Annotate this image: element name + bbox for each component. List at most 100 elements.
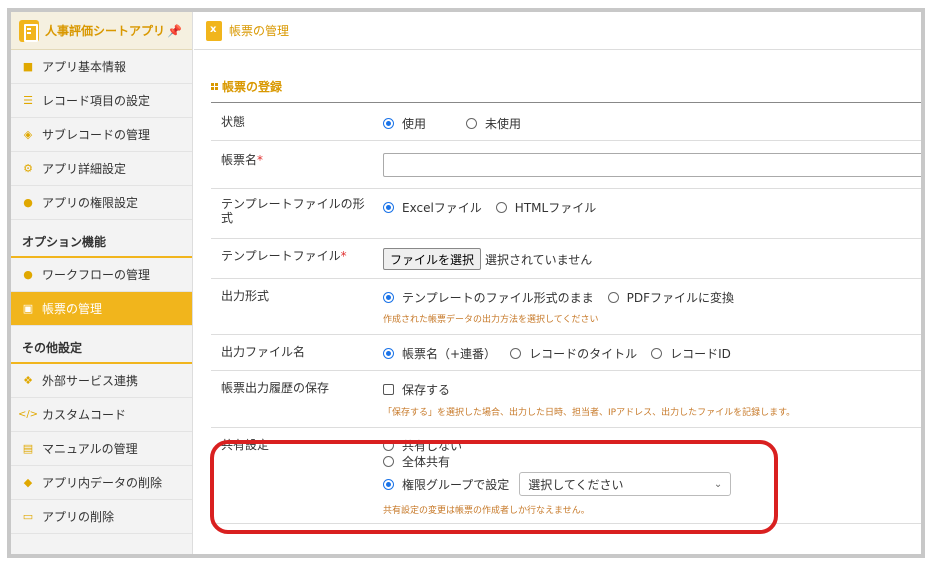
option-label: テンプレートのファイル形式のまま: [402, 291, 594, 305]
form-row-template-file: テンプレートファイル* ファイルを選択 選択されていません: [211, 239, 921, 279]
template-format-radio-group: Excelファイル HTMLファイル: [383, 199, 610, 216]
option-label: 使用: [402, 117, 427, 131]
sidebar-item-delete-app[interactable]: ▭ アプリの削除: [11, 500, 192, 534]
radio-unselected[interactable]: [495, 202, 507, 213]
output-format-note: 作成された帳票データの出力方法を選択してください: [383, 315, 599, 325]
pin-icon[interactable]: 📌: [167, 24, 182, 38]
layers-icon: ◈: [23, 128, 33, 141]
sidebar-item-permissions[interactable]: ● アプリの権限設定: [11, 186, 192, 220]
status-radio-group: 使用 未使用: [383, 115, 535, 132]
output-format-option-keep[interactable]: テンプレートのファイル形式のまま: [383, 289, 594, 306]
radio-unselected[interactable]: [466, 118, 478, 129]
code-icon: </>: [17, 409, 39, 420]
option-label: 権限グループで設定: [402, 477, 510, 492]
file-status: 選択されていません: [485, 252, 593, 267]
sidebar-item-delete-data[interactable]: ◆ アプリ内データの削除: [11, 466, 192, 500]
sidebar-section-other: その他設定: [11, 326, 192, 364]
users-icon: ●: [23, 196, 33, 209]
eraser-icon: ◆: [23, 476, 33, 489]
trash-icon: ▭: [22, 510, 34, 523]
sidebar: 人事評価シートアプリ 📌 ■ アプリ基本情報 ☰ レコード項目の設定 ◈ サブレ…: [11, 12, 193, 554]
radio-selected[interactable]: [383, 118, 394, 129]
field-label: 帳票出力履歴の保存: [221, 381, 330, 395]
sidebar-item-custom-code[interactable]: </> カスタムコード: [11, 398, 192, 432]
save-history-checkbox[interactable]: [383, 384, 394, 395]
status-option-unused[interactable]: 未使用: [466, 115, 521, 132]
template-format-option-html[interactable]: HTMLファイル: [495, 199, 597, 216]
sidebar-item-label: アプリ内データの削除: [42, 476, 163, 490]
radio-selected[interactable]: [383, 202, 394, 213]
radio-unselected[interactable]: [383, 456, 394, 467]
sharing-radio-group: 共有しない 全体共有 権限グループで設定 選択してください ⌄: [383, 438, 732, 496]
output-format-option-pdf[interactable]: PDFファイルに変換: [607, 289, 734, 306]
sidebar-item-label: ワークフローの管理: [42, 268, 151, 282]
page-title: 帳票の管理: [229, 24, 290, 38]
option-label: レコードID: [670, 347, 731, 361]
option-label: Excelファイル: [402, 201, 482, 215]
sidebar-item-external-services[interactable]: ❖ 外部サービス連携: [11, 364, 192, 398]
output-filename-option-id[interactable]: レコードID: [651, 345, 731, 362]
sharing-option-group-row: 権限グループで設定 選択してください ⌄: [383, 472, 732, 496]
sidebar-item-workflow[interactable]: ● ワークフローの管理: [11, 258, 192, 292]
sharing-note: 共有設定の変更は帳票の作成者しか行なえません。: [383, 506, 590, 516]
option-label: 共有しない: [402, 439, 463, 453]
template-file-wrap: ファイルを選択 選択されていません: [383, 248, 592, 270]
field-label: テンプレートファイル*: [221, 249, 347, 263]
template-format-option-excel[interactable]: Excelファイル: [383, 199, 482, 216]
sidebar-item-label: レコード項目の設定: [42, 94, 151, 108]
sharing-option-none[interactable]: 共有しない: [383, 438, 462, 453]
sidebar-item-label: 帳票の管理: [42, 302, 103, 316]
radio-selected[interactable]: [383, 348, 394, 359]
option-label: HTMLファイル: [514, 201, 597, 215]
choose-file-button[interactable]: ファイルを選択: [383, 248, 482, 270]
form-row-sharing: 共有設定 共有しない 全体共有 権限グループで設定 選択してください ⌄ 共有設…: [211, 428, 921, 524]
sidebar-item-manuals[interactable]: ▤ マニュアルの管理: [11, 432, 192, 466]
app-window: 人事評価シートアプリ 📌 ■ アプリ基本情報 ☰ レコード項目の設定 ◈ サブレ…: [7, 8, 925, 558]
app-header[interactable]: 人事評価シートアプリ 📌: [11, 12, 192, 50]
puzzle-icon: ❖: [23, 374, 33, 387]
output-filename-radio-group: 帳票名（+連番） レコードのタイトル レコードID: [383, 345, 745, 362]
history-save-option[interactable]: 保存する: [383, 381, 450, 398]
option-label: 全体共有: [402, 455, 451, 469]
output-filename-option-title[interactable]: レコードのタイトル: [510, 345, 637, 362]
section-title: 帳票の登録: [211, 78, 282, 95]
book-icon: ▤: [22, 442, 34, 455]
radio-selected[interactable]: [383, 478, 394, 490]
output-format-radio-group: テンプレートのファイル形式のまま PDFファイルに変換: [383, 289, 748, 306]
output-filename-option-name[interactable]: 帳票名（+連番）: [383, 345, 496, 362]
app-clipboard-icon: [19, 19, 39, 42]
sidebar-item-record-fields[interactable]: ☰ レコード項目の設定: [11, 84, 192, 118]
document-icon: ▣: [22, 302, 34, 315]
sidebar-item-label: カスタムコード: [42, 408, 127, 422]
form-row-output-filename: 出力ファイル名 帳票名（+連番） レコードのタイトル レコードID: [211, 335, 921, 371]
field-label-text: テンプレートファイル: [221, 249, 341, 263]
field-label: 出力ファイル名: [221, 345, 306, 359]
sidebar-item-subrecords[interactable]: ◈ サブレコードの管理: [11, 118, 192, 152]
form-row-name: 帳票名*: [211, 141, 921, 189]
radio-unselected[interactable]: [651, 348, 663, 359]
required-mark: *: [257, 153, 264, 167]
sidebar-item-app-info[interactable]: ■ アプリ基本情報: [11, 50, 192, 84]
sharing-option-all[interactable]: 全体共有: [383, 454, 717, 469]
sharing-option-group[interactable]: 権限グループで設定: [383, 476, 509, 493]
radio-unselected[interactable]: [607, 292, 619, 303]
form-name-input[interactable]: [383, 153, 921, 177]
radio-unselected[interactable]: [383, 440, 394, 451]
status-option-use[interactable]: 使用: [383, 115, 426, 132]
sidebar-item-label: 外部サービス連携: [42, 374, 139, 388]
workflow-icon: ●: [23, 268, 33, 281]
sidebar-item-app-details[interactable]: ⚙ アプリ詳細設定: [11, 152, 192, 186]
sidebar-item-label: マニュアルの管理: [42, 442, 138, 456]
radio-unselected[interactable]: [510, 348, 522, 359]
list-icon: ☰: [23, 94, 33, 107]
sidebar-item-forms[interactable]: ▣ 帳票の管理: [11, 292, 192, 326]
grip-icon: [211, 83, 218, 90]
option-label: 保存する: [402, 383, 451, 397]
radio-selected[interactable]: [383, 292, 394, 303]
form-row-history: 帳票出力履歴の保存 保存する 「保存する」を選択した場合、出力した日時、担当者、…: [211, 371, 921, 428]
info-icon: ■: [22, 60, 34, 73]
field-label-text: 帳票名: [221, 153, 258, 167]
field-label: 出力形式: [221, 289, 270, 303]
permission-group-select[interactable]: 選択してください ⌄: [519, 472, 732, 496]
form-row-status: 状態 使用 未使用: [211, 103, 921, 141]
